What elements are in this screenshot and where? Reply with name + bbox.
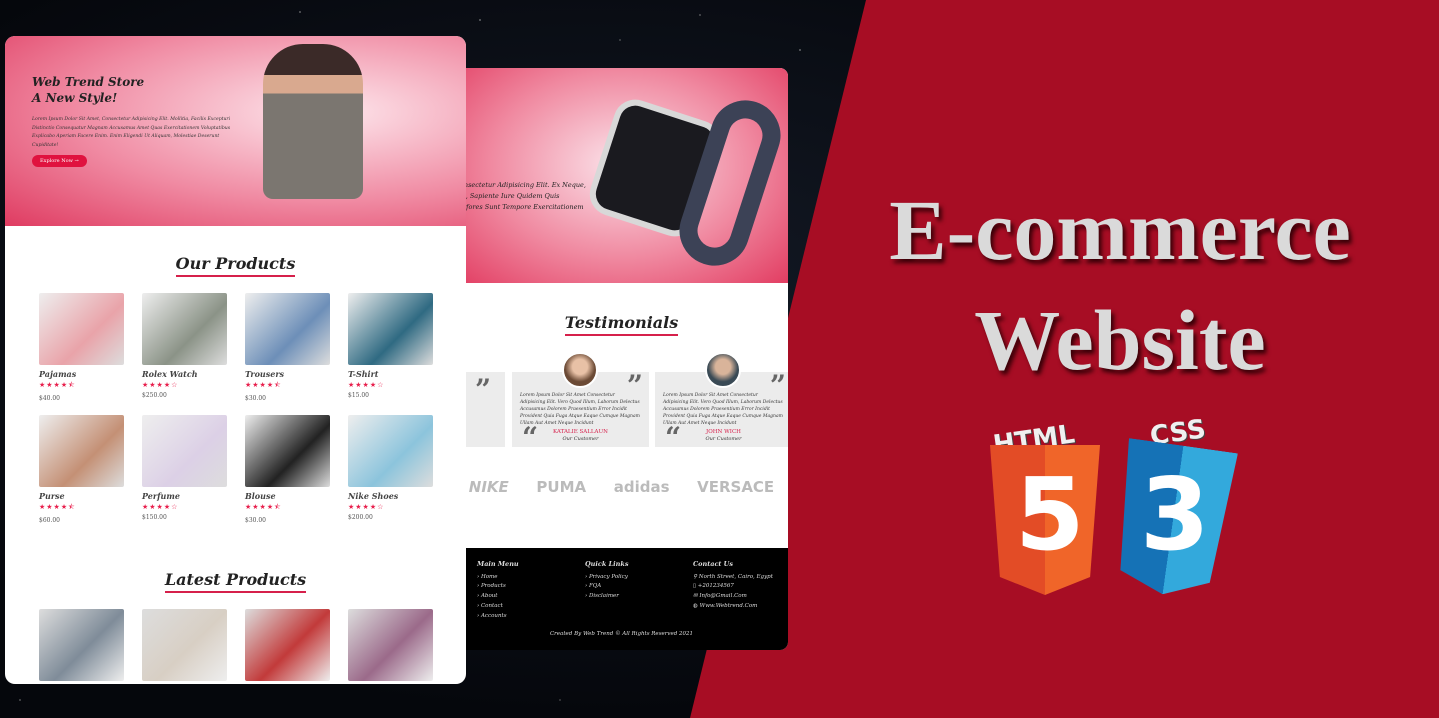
product-image[interactable] [142,415,227,487]
product-price: $250.00 [142,392,167,399]
footer-heading: Main Menu [477,560,519,568]
product-name[interactable]: Rolex Watch [142,369,227,379]
footer-link-accounts[interactable]: › Accounts [477,612,519,622]
explore-now-button[interactable]: Explore Now → [32,155,87,167]
copyright: Created By Web Trend © All Rights Reserv… [549,631,694,637]
hero-text: Consectetur Adipisicing Elit. Ex Neque, [455,181,586,189]
hero-title: Web Trend Store [32,75,145,89]
product-card[interactable]: Purse ★★★★⯪ $60.00 [39,415,124,524]
star-rating: ★★★★☆ [142,503,179,511]
contact-phone: ▯ +201234567 [693,583,734,590]
product-name[interactable]: Nike Shoes [348,491,433,501]
product-name[interactable]: Pajamas [39,369,124,379]
star-rating: ★★★★⯪ [245,381,282,389]
product-price: $200.00 [348,514,373,521]
product-card[interactable]: T-Shirt ★★★★☆ $15.00 [348,293,433,399]
phone-icon: ▯ [693,583,697,590]
footer-link-disclaimer[interactable]: › Disclaimer [585,592,629,602]
product-name[interactable]: Perfume [142,491,227,501]
latest-product-image[interactable] [245,609,330,681]
footer: Main Menu › Home › Products › About › Co… [455,548,788,650]
product-name[interactable]: Blouse [245,491,330,501]
footer-heading: Quick Links [585,560,629,568]
section-title: Latest Products [164,570,307,593]
product-card[interactable]: Blouse ★★★★⯪ $30.00 [245,415,330,524]
product-image[interactable] [245,415,330,487]
hero-text: Lorem Ipsum Dolor Sit Amet, Consectetur … [32,117,231,148]
star-rating: ★★★★⯪ [245,503,282,511]
contact-address: ⚲ North Street, Cairo, Egypt [693,573,773,580]
back-page-mockup: Consectetur Adipisicing Elit. Ex Neque, … [455,68,788,650]
footer-link-faq[interactable]: › FQA [585,582,629,592]
star-rating: ★★★★☆ [348,503,385,511]
section-title: Testimonials [564,313,679,336]
testimonial-name: KATALIE SALLAUN [553,429,608,435]
location-icon: ⚲ [693,573,698,580]
product-image[interactable] [348,293,433,365]
footer-link-home[interactable]: › Home [477,573,519,583]
product-card[interactable]: Pajamas ★★★★⯪ $40.00 [39,293,124,402]
star-rating: ★★★★☆ [348,381,385,389]
headline-line-1: E-commerce [889,182,1351,278]
testimonial-card: ” Lorem Ipsum Dolor Sit Amet Consectetur… [512,352,649,452]
product-image[interactable] [39,293,124,365]
footer-link-products[interactable]: › Products [477,582,519,592]
product-name[interactable]: Purse [39,491,124,501]
latest-product-image[interactable] [142,609,227,681]
front-page-mockup: Web Trend Store A New Style! Lorem Ipsum… [5,36,466,684]
product-name[interactable]: Trousers [245,369,330,379]
product-price: $150.00 [142,514,167,521]
star-rating: ★★★★☆ [142,381,179,389]
model-image [263,44,363,199]
latest-product-image[interactable] [39,609,124,681]
product-image[interactable] [245,293,330,365]
star-rating: ★★★★⯪ [39,503,76,511]
hero-subtitle: A New Style! [32,91,118,105]
product-image[interactable] [39,415,124,487]
footer-heading: Contact Us [693,560,733,568]
brand-logo-versace: VERSACE [697,478,775,496]
section-title: Our Products [175,254,296,277]
latest-product-image[interactable] [348,609,433,681]
brand-logo-adidas: adidas [613,478,670,496]
product-card[interactable]: Trousers ★★★★⯪ $30.00 [245,293,330,402]
product-price: $30.00 [245,517,266,524]
contact-website[interactable]: ◍ Www.Webtrend.Com [693,602,773,612]
product-image[interactable] [348,415,433,487]
product-price: $30.00 [245,395,266,402]
footer-link-about[interactable]: › About [477,592,519,602]
headline-line-2: Website [974,292,1266,388]
testimonial-name: JOHN WICH [706,429,741,435]
avatar [562,352,598,388]
product-price: $60.00 [39,517,60,524]
watch-hero: Consectetur Adipisicing Elit. Ex Neque, … [455,68,788,283]
product-price: $15.00 [348,392,369,399]
contact-email[interactable]: ✉ Info@Gmail.Com [693,592,773,602]
globe-icon: ◍ [693,602,698,609]
star-rating: ★★★★⯪ [39,381,76,389]
product-card[interactable]: Rolex Watch ★★★★☆ $250.00 [142,293,227,399]
product-price: $40.00 [39,395,60,402]
testimonial-card: ” Lorem Ipsum Dolor Sit Amet Consectetur… [655,352,788,452]
footer-link-privacy[interactable]: › Privacy Policy [585,573,629,583]
product-card[interactable]: Nike Shoes ★★★★☆ $200.00 [348,415,433,521]
brand-logo-puma: PUMA [536,478,587,496]
testimonial-text: Lorem Ipsum Dolor Sit Amet Consectetur A… [520,393,640,426]
product-name[interactable]: T-Shirt [348,369,433,379]
product-image[interactable] [142,293,227,365]
product-card[interactable]: Perfume ★★★★☆ $150.00 [142,415,227,521]
footer-link-contact[interactable]: › Contact [477,602,519,612]
store-hero: Web Trend Store A New Style! Lorem Ipsum… [5,36,466,226]
hero-text: perfores Sunt Tempore Exercitationem [455,203,584,211]
mail-icon: ✉ [693,593,698,600]
avatar [705,352,741,388]
testimonial-role: Our Customer [562,436,599,442]
testimonial-role: Our Customer [705,436,742,442]
hero-text: Est, Sapiente Iure Quidem Quis [455,192,560,200]
testimonial-text: Lorem Ipsum Dolor Sit Amet Consectetur A… [663,393,783,426]
brand-logo-nike: NIKE [468,478,509,496]
